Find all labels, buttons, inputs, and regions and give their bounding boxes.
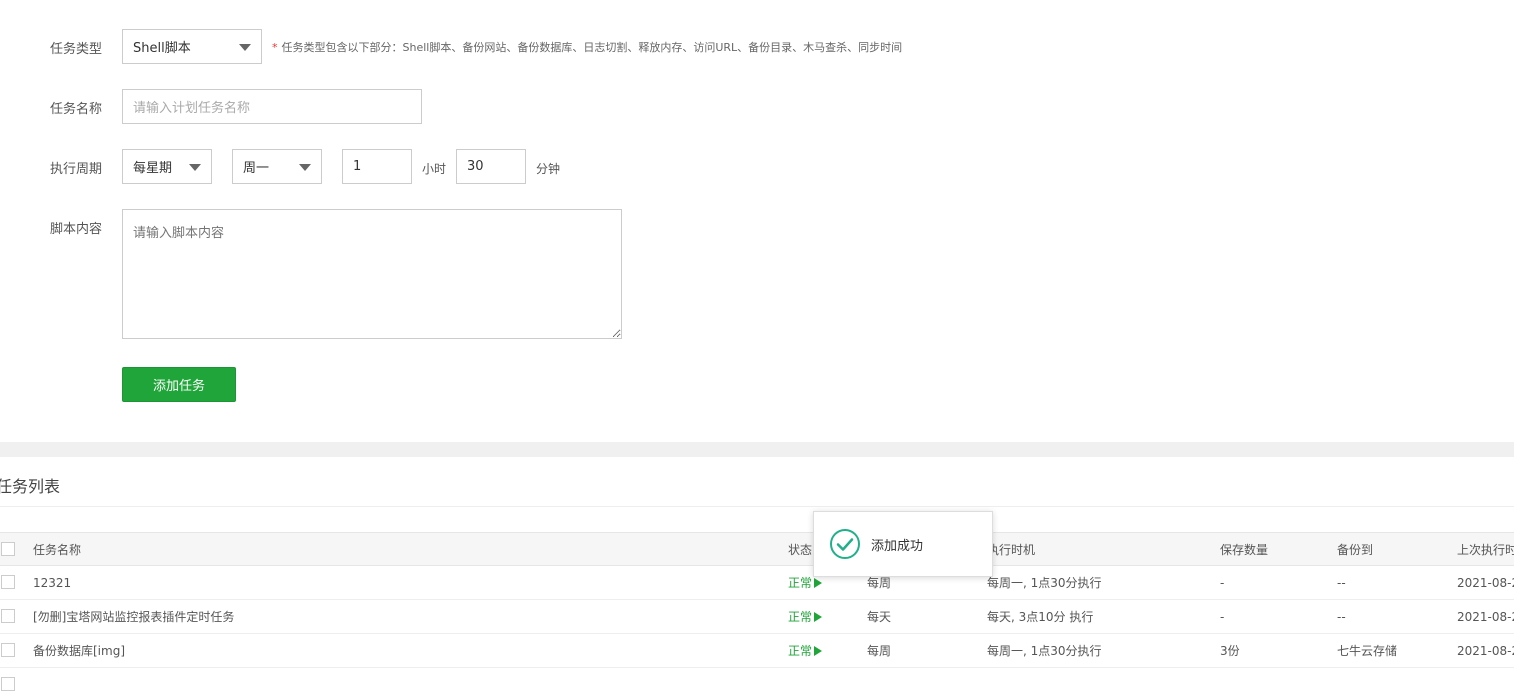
row-checkbox[interactable] [1,643,15,657]
hour-input[interactable]: 1 [342,149,412,184]
task-list-title: 任务列表 [0,477,61,496]
timing-cell: 每周一, 1点30分执行 [987,644,1102,658]
table-row[interactable]: [勿删]宝塔网站监控报表插件定时任务 正常 每天 每天, 3点10分 执行 - … [0,600,1514,634]
task-name-placeholder: 请输入计划任务名称 [133,101,251,116]
chevron-down-icon [299,163,311,171]
timing-cell: 每天, 3点10分 执行 [987,610,1094,624]
hour-unit: 小时 [422,162,447,176]
last-run-cell: 2021-08-2 [1457,609,1514,624]
last-run-cell: 2021-08-2 [1457,575,1514,590]
play-icon [814,577,823,588]
keep-cell: 3份 [1220,644,1240,658]
script-label: 脚本内容 [50,222,103,237]
column-header-keep: 保存数量 [1220,542,1269,557]
task-type-value: Shell脚本 [133,41,191,56]
timing-cell: 每周一, 1点30分执行 [987,576,1102,590]
table-header: 任务名称 状态 周期 执行时机 保存数量 备份到 上次执行时 [0,532,1514,566]
column-header-last-run: 上次执行时 [1457,542,1514,557]
task-name-input[interactable]: 请输入计划任务名称 [122,89,422,124]
column-header-timing: 执行时机 [987,542,1036,557]
backup-to-cell: 七牛云存储 [1337,644,1398,658]
script-textarea[interactable] [122,209,622,339]
hour-value: 1 [353,159,362,174]
table-row[interactable]: 12321 正常 每周 每周一, 1点30分执行 - -- 2021-08-2 [0,566,1514,600]
section-divider [0,442,1514,457]
column-header-status: 状态 [788,542,813,557]
select-all-checkbox[interactable] [1,542,15,556]
keep-cell: - [1220,575,1225,590]
minute-unit: 分钟 [536,162,561,176]
task-name-cell: 备份数据库[img] [33,644,126,658]
minute-value: 30 [467,159,484,174]
row-checkbox[interactable] [1,609,15,623]
cycle-select[interactable]: 每星期 [122,149,212,184]
keep-cell: - [1220,609,1225,624]
column-header-backup-to: 备份到 [1337,542,1374,557]
table-row[interactable]: 备份数据库[img] 正常 每周 每周一, 1点30分执行 3份 七牛云存储 2… [0,634,1514,668]
toast-message: 添加成功 [871,538,924,554]
title-underline [0,506,1514,507]
task-type-hint: * 任务类型包含以下部分：Shell脚本、备份网站、备份数据库、日志切割、释放内存… [272,39,902,55]
chevron-down-icon [239,43,251,51]
row-checkbox[interactable] [1,575,15,589]
backup-to-cell: -- [1337,575,1346,590]
cycle-cell: 每天 [867,610,892,624]
task-name-label: 任务名称 [50,102,103,117]
status-text: 正常 [788,576,813,590]
backup-to-cell: -- [1337,609,1346,624]
status-toggle[interactable]: 正常 [788,600,823,633]
column-header-name: 任务名称 [33,542,82,557]
success-toast: 添加成功 [813,511,993,577]
task-type-hint-text: 任务类型包含以下部分：Shell脚本、备份网站、备份数据库、日志切割、释放内存、… [281,41,903,54]
task-name-cell: [勿删]宝塔网站监控报表插件定时任务 [33,610,235,624]
minute-input[interactable]: 30 [456,149,526,184]
required-star: * [272,41,278,54]
status-text: 正常 [788,610,813,624]
play-icon [814,645,823,656]
add-task-button[interactable]: 添加任务 [122,367,236,402]
chevron-down-icon [189,163,201,171]
cycle-cell: 每周 [867,644,892,658]
table-row[interactable] [0,668,1514,691]
status-toggle[interactable]: 正常 [788,634,823,667]
cycle-label: 执行周期 [50,162,103,177]
cycle-value: 每星期 [133,161,173,176]
task-type-label: 任务类型 [50,42,103,57]
weekday-value: 周一 [243,161,270,176]
success-check-icon [830,529,860,559]
status-text: 正常 [788,644,813,658]
play-icon [814,611,823,622]
last-run-cell: 2021-08-2 [1457,643,1514,658]
weekday-select[interactable]: 周一 [232,149,322,184]
row-checkbox[interactable] [1,677,15,691]
task-type-select[interactable]: Shell脚本 [122,29,262,64]
task-name-cell: 12321 [33,575,72,590]
